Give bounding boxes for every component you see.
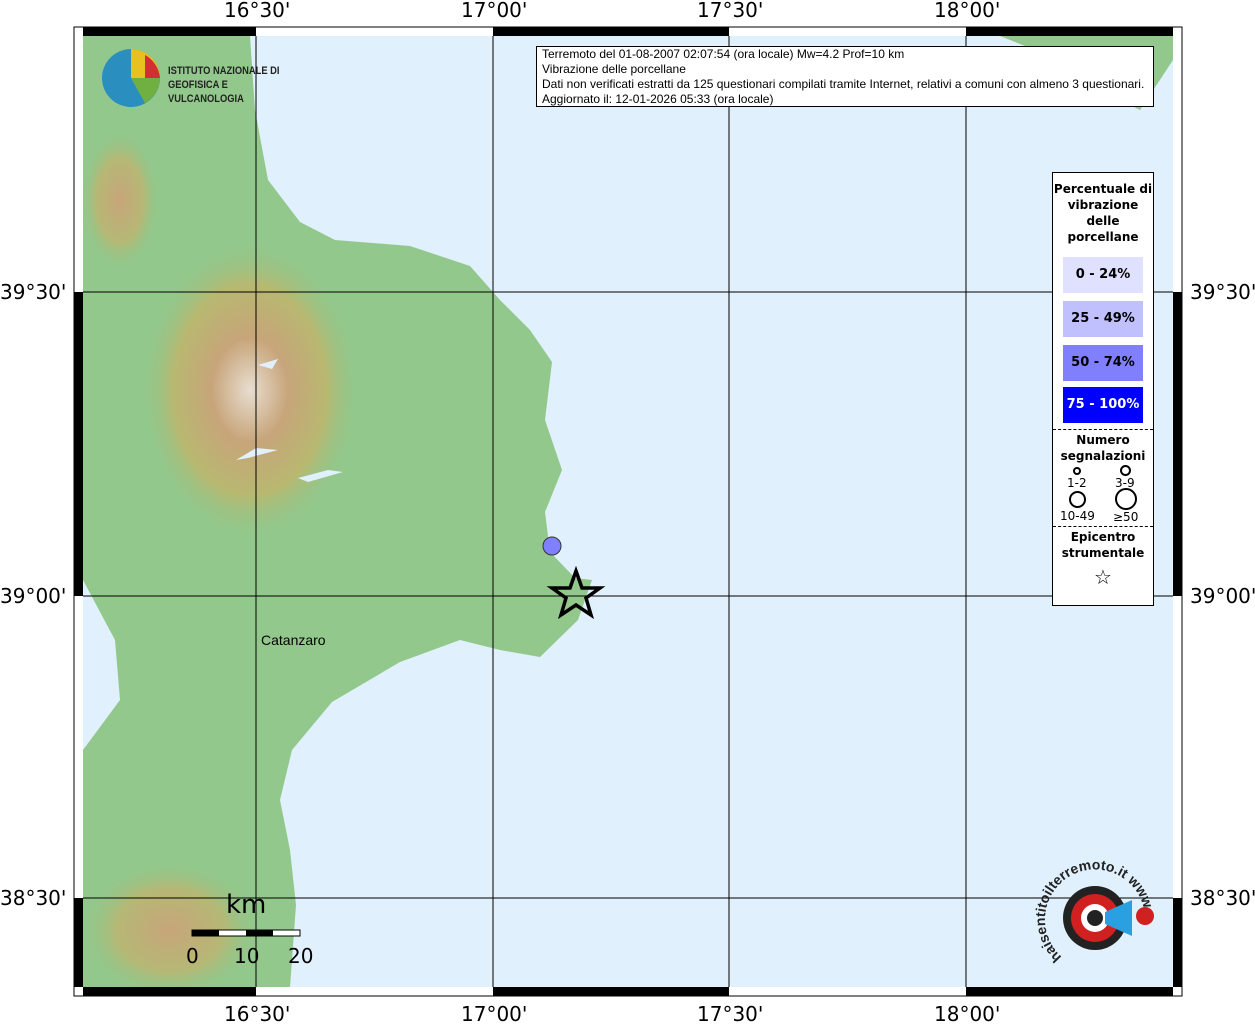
info-line: Vibrazione delle porcellane: [542, 62, 686, 76]
lon-label-top: 16°30': [224, 0, 291, 22]
star-icon: ☆: [1094, 565, 1112, 589]
lon-label-top: 17°30': [697, 0, 764, 22]
info-line: Dati non verificati estratti da 125 ques…: [542, 77, 1145, 91]
lon-label-bottom: 16°30': [224, 1002, 291, 1026]
scale-unit: km: [226, 890, 267, 920]
lat-label-right: 39°30': [1190, 280, 1255, 304]
lat-label-left: 39°30': [0, 280, 67, 304]
observation-point: [542, 536, 562, 556]
lat-label-right: 39°00': [1190, 584, 1255, 608]
lat-label-left: 38°30': [0, 886, 67, 910]
lat-label-left: 39°00': [0, 584, 67, 608]
scale-bar: [191, 929, 301, 937]
ingv-logo-text: ISTITUTO NAZIONALE DI GEOFISICA E VULCAN…: [168, 65, 280, 105]
legend-class: 50 - 74%: [1063, 345, 1143, 381]
count-label: ≥50: [1113, 510, 1139, 524]
scale-tick: 20: [288, 944, 314, 968]
city-label: Catanzaro: [261, 632, 326, 648]
count-legend-title: Numero segnalazioni: [1060, 433, 1146, 463]
legend-class: 0 - 24%: [1063, 257, 1143, 293]
legend-class: 75 - 100%: [1063, 387, 1143, 423]
info-line: Aggiornato il: 12-01-2026 05:33 (ora loc…: [542, 92, 774, 106]
scale-tick: 10: [234, 944, 260, 968]
lon-label-top: 17°00': [461, 0, 528, 22]
lon-label-bottom: 17°30': [697, 1002, 764, 1026]
count-label: 10-49: [1060, 509, 1095, 523]
count-legend: 1-2 3-9 10-49 ≥50: [1053, 464, 1153, 524]
lon-label-bottom: 18°00': [934, 1002, 1001, 1026]
lon-label-bottom: 17°00': [461, 1002, 528, 1026]
info-line: Terremoto del 01-08-2007 02:07:54 (ora l…: [542, 47, 905, 61]
legend-title: Percentuale di vibrazione delle porcella…: [1053, 182, 1153, 244]
legend-class: 25 - 49%: [1063, 301, 1143, 337]
lat-label-right: 38°30': [1190, 886, 1255, 910]
ingv-logo-globe: [102, 49, 160, 107]
earthquake-info-box: Terremoto del 01-08-2007 02:07:54 (ora l…: [536, 46, 1154, 107]
epicenter-legend-title: Epicentro strumentale: [1061, 530, 1145, 560]
lon-label-top: 18°00': [934, 0, 1001, 22]
scale-tick: 0: [186, 944, 199, 968]
count-label: 1-2: [1067, 476, 1087, 490]
legend: Percentuale di vibrazione delle porcella…: [1052, 172, 1154, 606]
